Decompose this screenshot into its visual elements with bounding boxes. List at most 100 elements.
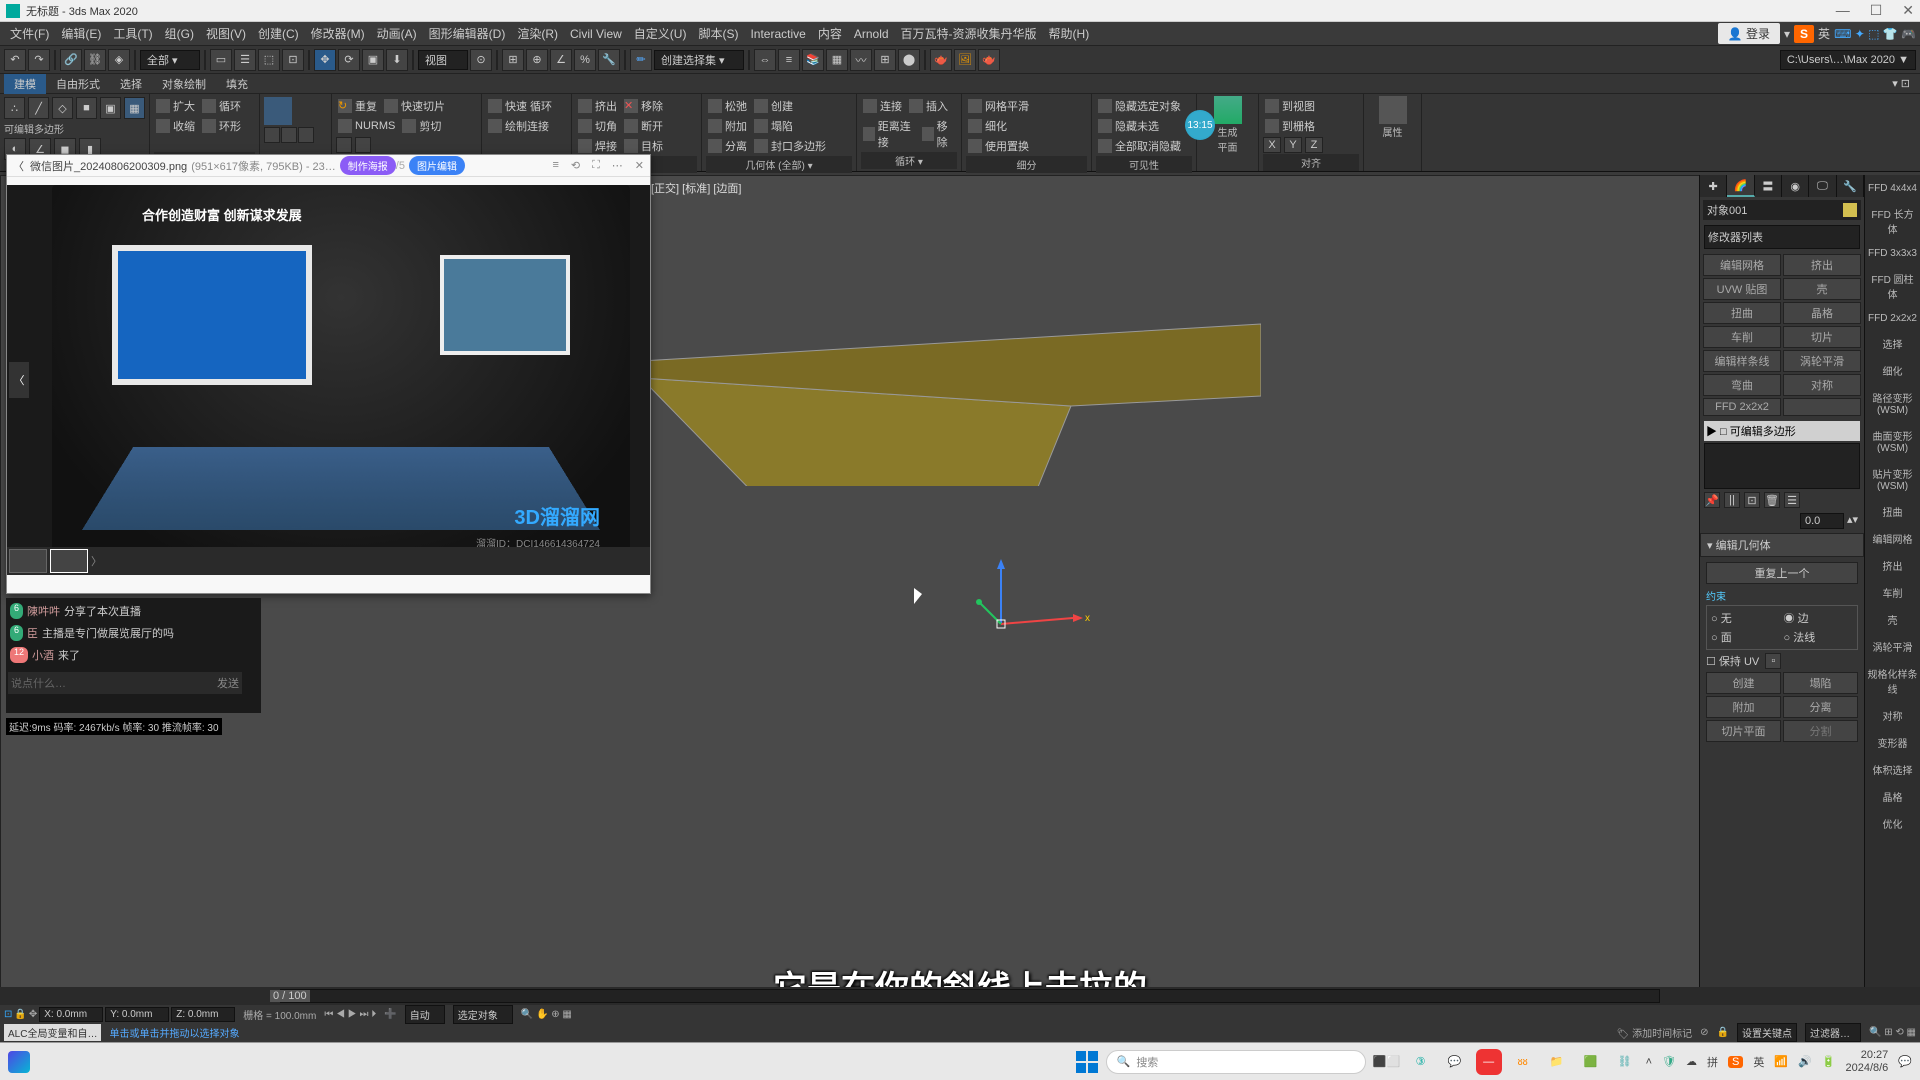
time-slider[interactable]: 0 / 100	[270, 990, 310, 1002]
mat-editor[interactable]: ⬤	[898, 49, 920, 71]
thumb-next-icon[interactable]: 〉	[91, 553, 102, 569]
maximize-button[interactable]: ☐	[1870, 2, 1883, 19]
extrude-button[interactable]: 挤出	[576, 97, 619, 115]
repeat-last-button[interactable]: 重复上一个	[1706, 562, 1858, 584]
preview-toggle-icon[interactable]	[264, 97, 292, 125]
align-button[interactable]: ≡	[778, 49, 800, 71]
grow-button[interactable]: 扩大	[154, 97, 197, 115]
cmd-tab-modify-icon[interactable]: 🌈	[1727, 175, 1754, 197]
pill-poster[interactable]: 制作海报	[340, 156, 396, 175]
qslice-button[interactable]: 快速切片	[382, 97, 447, 115]
object-color-swatch[interactable]	[1843, 203, 1857, 217]
mod-symmetry[interactable]: 对称	[1783, 374, 1861, 396]
tray-sogou-icon[interactable]: S	[1728, 1056, 1743, 1068]
workspace-dropdown[interactable]: ▾	[1784, 27, 1790, 41]
attach-button[interactable]: 附加	[706, 117, 749, 135]
remove2-button[interactable]: 移除	[920, 117, 957, 151]
modifier-dropdown[interactable]: 修改器列表	[1704, 225, 1860, 249]
layers-button[interactable]: 📚	[802, 49, 824, 71]
geom-collapse-button[interactable]: 塌陷	[1783, 672, 1858, 694]
farbtn-22[interactable]: 优化	[1867, 812, 1918, 835]
mod-uvw[interactable]: UVW 贴图	[1703, 278, 1781, 300]
mod-slice[interactable]: 切片	[1783, 326, 1861, 348]
farbtn-17[interactable]: 规格化样条线	[1867, 662, 1918, 700]
coord-icon[interactable]: ✥	[29, 1009, 37, 1020]
target-button[interactable]: 目标	[622, 137, 665, 155]
selection-filter[interactable]: 全部 ▾	[140, 50, 200, 70]
imgv-rotate-icon[interactable]: ⟲	[571, 159, 580, 172]
farbtn-8[interactable]: 路径变形(WSM)	[1867, 386, 1918, 420]
app-green-icon[interactable]: 🟩	[1578, 1049, 1604, 1075]
mod-extrude[interactable]: 挤出	[1783, 254, 1861, 276]
schematic-view[interactable]: ⊞	[874, 49, 896, 71]
repeat-button[interactable]: ↻重复	[336, 97, 379, 115]
ime-indicator[interactable]: S	[1794, 25, 1814, 43]
ribbon-footer-geometry[interactable]: 几何体 (全部) ▾	[745, 157, 812, 172]
unify2-icon[interactable]	[355, 137, 371, 153]
ribbon-footer-subdiv[interactable]: 细分	[1017, 157, 1037, 172]
nurms-button[interactable]: NURMS	[336, 118, 397, 134]
geom-detach-button[interactable]: 分离	[1783, 696, 1858, 718]
cmd-tab-motion-icon[interactable]: ◉	[1782, 175, 1809, 197]
menu-arnold[interactable]: Arnold	[848, 27, 895, 41]
farbtn-10[interactable]: 贴片变形(WSM)	[1867, 462, 1918, 496]
taskbar-search[interactable]: 🔍 搜索	[1106, 1050, 1366, 1074]
shrink-button[interactable]: 收缩	[154, 117, 197, 135]
snap2-toggle[interactable]: ⊕	[526, 49, 548, 71]
togrid-button[interactable]: 到栅格	[1263, 117, 1317, 135]
unlink-button[interactable]: ⛓	[84, 49, 106, 71]
spinner-snap[interactable]: 🔧	[598, 49, 620, 71]
app-red-icon[interactable]: —	[1476, 1049, 1502, 1075]
imgv-more-icon[interactable]: ⋯	[612, 159, 623, 172]
timeline[interactable]: 0 / 100	[0, 987, 1920, 1005]
mod-shell[interactable]: 壳	[1783, 278, 1861, 300]
constraint-none[interactable]: ○ 无	[1711, 610, 1781, 626]
mirror-button[interactable]: ⇔	[754, 49, 776, 71]
cmd-tab-create-icon[interactable]: ✚	[1700, 175, 1727, 197]
spinner-arrows[interactable]: ▴▾	[1847, 513, 1858, 529]
scale-button[interactable]: ▣	[362, 49, 384, 71]
mod-turbosmooth[interactable]: 涡轮平滑	[1783, 350, 1861, 372]
menu-graph[interactable]: 图形编辑器(D)	[423, 25, 512, 42]
tray-wifi-icon[interactable]: 📶	[1774, 1055, 1788, 1068]
break-button[interactable]: 断开	[622, 117, 665, 135]
menu-civil[interactable]: Civil View	[564, 27, 628, 41]
subobj-edge-icon[interactable]: ╱	[28, 97, 49, 119]
autokey-icon[interactable]: ⊡	[4, 1009, 12, 1020]
menu-custom[interactable]: 自定义(U)	[628, 25, 693, 42]
collapse-button[interactable]: 塌陷	[752, 117, 795, 135]
app-3dsmax-icon[interactable]: ③	[1408, 1049, 1434, 1075]
app-wechat-icon[interactable]: 💬	[1442, 1049, 1468, 1075]
select-button[interactable]: ▭	[210, 49, 232, 71]
qloop-button[interactable]: 快速 循环	[486, 97, 554, 115]
start-button[interactable]	[1076, 1051, 1098, 1073]
keyfilter-button[interactable]: 过滤器…	[1805, 1023, 1861, 1042]
addtime-button[interactable]: 🏷 添加时间标记	[1617, 1025, 1692, 1040]
menu-interactive[interactable]: Interactive	[744, 27, 811, 41]
align-x-button[interactable]: X	[1263, 137, 1281, 153]
farbtn-13[interactable]: 挤出	[1867, 554, 1918, 577]
hidesel-button[interactable]: 隐藏选定对象	[1096, 97, 1183, 115]
close-button[interactable]: ✕	[1902, 2, 1914, 19]
farbtn-15[interactable]: 壳	[1867, 608, 1918, 631]
thumb-2[interactable]	[50, 549, 88, 573]
menu-help[interactable]: 帮助(H)	[1043, 25, 1096, 42]
farbtn-1[interactable]: FFD 4x4x4	[1867, 179, 1918, 198]
spinner-value[interactable]: 0.0	[1800, 513, 1844, 529]
mod-empty[interactable]	[1783, 398, 1861, 416]
modifier-stack-item[interactable]: ▶ □ 可编辑多边形	[1704, 421, 1860, 441]
menu-file[interactable]: 文件(F)	[4, 25, 55, 42]
constraint-normal[interactable]: ○ 法线	[1784, 629, 1854, 645]
config-icon[interactable]: ☰	[1784, 492, 1800, 508]
chat-send-button[interactable]: 发送	[217, 675, 239, 691]
farbtn-11[interactable]: 扭曲	[1867, 500, 1918, 523]
curve-editor[interactable]: 〰	[850, 49, 872, 71]
image-viewer-titlebar[interactable]: 〈 微信图片_20240806200309.png (951×617像素, 79…	[7, 155, 650, 177]
chat-input[interactable]: 说点什么…	[11, 675, 66, 691]
pivot-button[interactable]: ⊙	[470, 49, 492, 71]
tray-chevron-icon[interactable]: ˄	[1646, 1056, 1652, 1068]
render-frame[interactable]: 🖼	[954, 49, 976, 71]
farbtn-5[interactable]: FFD 2x2x2	[1867, 309, 1918, 328]
cmd-tab-display-icon[interactable]: 🖵	[1809, 175, 1836, 197]
subobj-elem-icon[interactable]: ▣	[100, 97, 121, 119]
